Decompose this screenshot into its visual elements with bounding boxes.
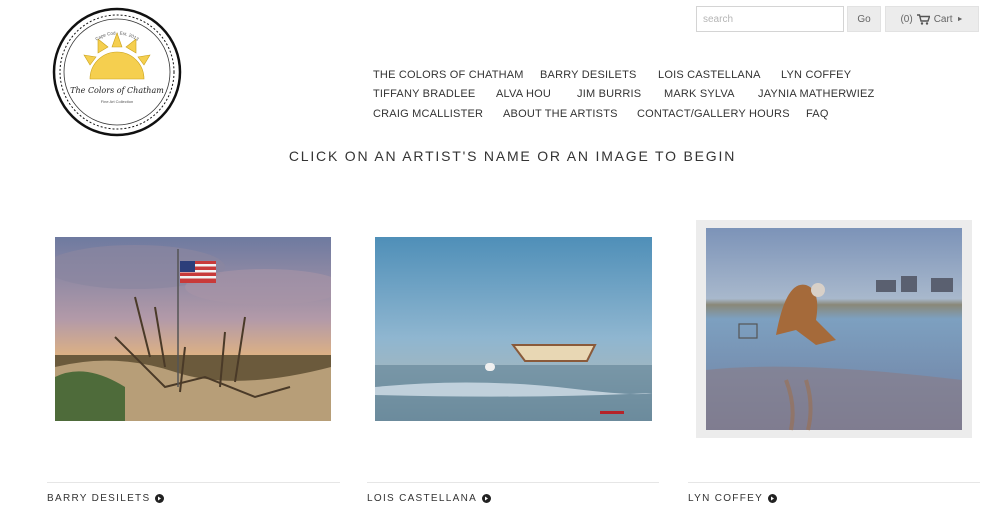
nav-item-tiffany-bradlee[interactable]: TIFFANY BRADLEE [373, 88, 475, 100]
nav-item-barry-desilets[interactable]: BARRY DESILETS [540, 69, 637, 81]
artist-link-lois-castellana[interactable]: LOIS CASTELLANA [367, 493, 492, 504]
nav-item-alva-hou[interactable]: ALVA HOU [496, 88, 551, 100]
nav-item-faq[interactable]: FAQ [806, 108, 829, 120]
artwork-image-barry-desilets[interactable] [55, 237, 331, 421]
arrow-right-circle-icon [155, 494, 165, 503]
artist-link-barry-desilets[interactable]: BARRY DESILETS [47, 493, 165, 504]
artwork-image-lyn-coffey[interactable] [696, 220, 972, 438]
nav-item-jaynia-matherwiez[interactable]: JAYNIA MATHERWIEZ [758, 88, 874, 100]
nav-item-about-the-artists[interactable]: ABOUT THE ARTISTS [503, 108, 618, 120]
artist-name: LYN COFFEY [688, 493, 764, 504]
artist-link-lyn-coffey[interactable]: LYN COFFEY [688, 493, 778, 504]
nav-item-contact-gallery-hours[interactable]: CONTACT/GALLERY HOURS [637, 108, 790, 120]
nav-item-the-colors-of-chatham[interactable]: THE COLORS OF CHATHAM [373, 69, 524, 81]
main-navigation: THE COLORS OF CHATHAM BARRY DESILETS LOI… [0, 0, 1000, 130]
beach-dunes-flag-photo [55, 237, 331, 421]
page-heading: CLICK ON AN ARTIST'S NAME OR AN IMAGE TO… [288, 148, 737, 164]
nav-item-lois-castellana[interactable]: LOIS CASTELLANA [658, 69, 761, 81]
nav-item-craig-mcallister[interactable]: CRAIG MCALLISTER [373, 108, 483, 120]
artist-name: LOIS CASTELLANA [367, 493, 478, 504]
nav-item-mark-sylva[interactable]: MARK SYLVA [664, 88, 735, 100]
nav-item-lyn-coffey[interactable]: LYN COFFEY [781, 69, 851, 81]
artist-name: BARRY DESILETS [47, 493, 151, 504]
arrow-right-circle-icon [482, 494, 492, 503]
card-divider [688, 482, 980, 483]
card-divider [47, 482, 340, 483]
artwork-image-lois-castellana[interactable] [375, 237, 652, 421]
clammer-painting [696, 220, 972, 438]
nav-item-jim-burris[interactable]: JIM BURRIS [577, 88, 641, 100]
card-divider [367, 482, 659, 483]
dory-painting [375, 237, 652, 421]
arrow-right-circle-icon [768, 494, 778, 503]
